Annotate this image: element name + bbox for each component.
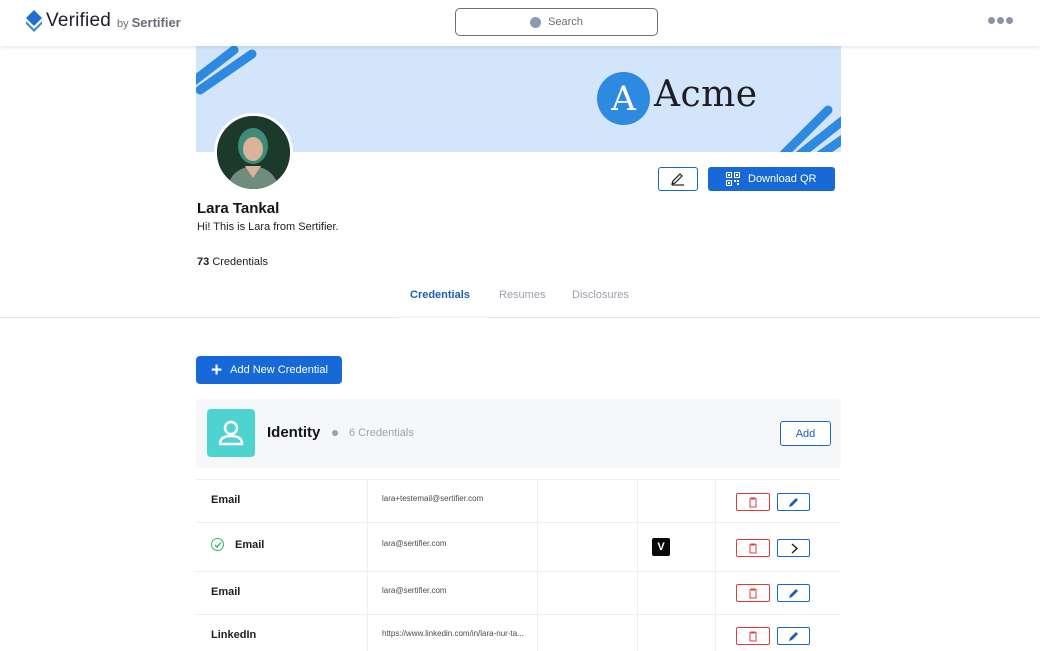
edit-button[interactable] [777,584,810,602]
row-value: https://www.linkedin.com/in/lara-nur-ta.… [382,629,524,638]
company-logo: A [597,72,650,125]
pencil-icon [789,497,798,507]
edit-profile-button[interactable] [658,167,698,191]
avatar-photo [217,116,290,189]
delete-button[interactable] [736,584,770,602]
open-button[interactable] [777,539,810,557]
qr-code-icon [726,172,740,186]
delete-button[interactable] [736,493,770,511]
more-menu-button[interactable] [988,17,1013,24]
profile-bio: Hi! This is Lara from Sertifier. [197,221,339,233]
credential-count: 73 Credentials [197,256,268,268]
plus-icon: + [211,359,223,381]
row-label: LinkedIn [211,629,257,641]
credential-count-number: 73 [197,256,210,268]
company-name: Acme [654,74,758,115]
download-qr-button[interactable]: Download QR [708,167,835,191]
search-placeholder: Search [548,16,583,28]
trash-icon [749,631,757,641]
check-circle-icon [211,538,224,551]
credential-count-label: Credentials [212,256,268,268]
logo-by-text: by [116,17,129,30]
verified-badge-icon: V [652,538,670,556]
app-logo[interactable]: Verified by Sertifier [26,10,181,32]
profile-name: Lara Tankal [197,200,280,217]
pencil-icon [789,588,798,598]
row-label: Email [235,539,265,551]
user-icon [218,420,244,446]
top-bar: Verified by Sertifier Search [0,0,1040,46]
credentials-table: Email lara+testemail@sertifier.com Email… [196,479,841,651]
delete-button[interactable] [736,627,770,645]
tab-resumes[interactable]: Resumes [499,289,545,301]
table-row: Email lara@sertifier.com [196,571,841,614]
row-label: Email [211,494,241,506]
chevron-right-icon [791,542,798,554]
logo-brand-text: Sertifier [131,15,181,30]
table-row: Email lara@sertifier.com V [196,522,841,571]
identity-add-button[interactable]: Add [780,421,831,446]
edit-button[interactable] [777,627,810,645]
delete-button[interactable] [736,539,770,557]
search-icon [530,16,542,28]
tab-credentials[interactable]: Credentials [410,289,470,301]
add-new-credential-label: Add New Credential [230,364,328,376]
separator-dot [332,430,338,436]
active-tab-indicator [398,316,486,318]
trash-icon [749,497,757,507]
identity-credential-count: 6 Credentials [349,427,414,439]
identity-icon-tile [207,409,255,457]
verified-diamond-icon [26,10,42,32]
logo-text: Verified [46,10,111,31]
download-qr-label: Download QR [748,173,817,185]
identity-title: Identity [267,424,321,441]
tab-disclosures[interactable]: Disclosures [572,289,629,301]
search-input[interactable]: Search [455,8,658,36]
more-dots-icon [1006,17,1013,24]
avatar [214,113,293,192]
cover-banner: A Acme [196,46,841,152]
row-value: lara@sertifier.com [382,539,447,548]
row-value: lara+testemail@sertifier.com [382,494,484,503]
edit-button[interactable] [777,493,810,511]
table-row: Email lara+testemail@sertifier.com [196,479,841,522]
pencil-icon [671,173,684,186]
row-value: lara@sertifier.com [382,586,447,595]
identity-section-header: Identity 6 Credentials Add [196,399,841,468]
trash-icon [749,588,757,598]
row-label: Email [211,586,241,598]
table-row: LinkedIn https://www.linkedin.com/in/lar… [196,614,841,651]
trash-icon [749,543,757,553]
more-dots-icon [988,17,995,24]
add-new-credential-button[interactable]: + Add New Credential [196,356,342,384]
more-dots-icon [997,17,1004,24]
profile-tabs: Credentials Resumes Disclosures [0,280,1040,318]
pencil-icon [789,631,798,641]
